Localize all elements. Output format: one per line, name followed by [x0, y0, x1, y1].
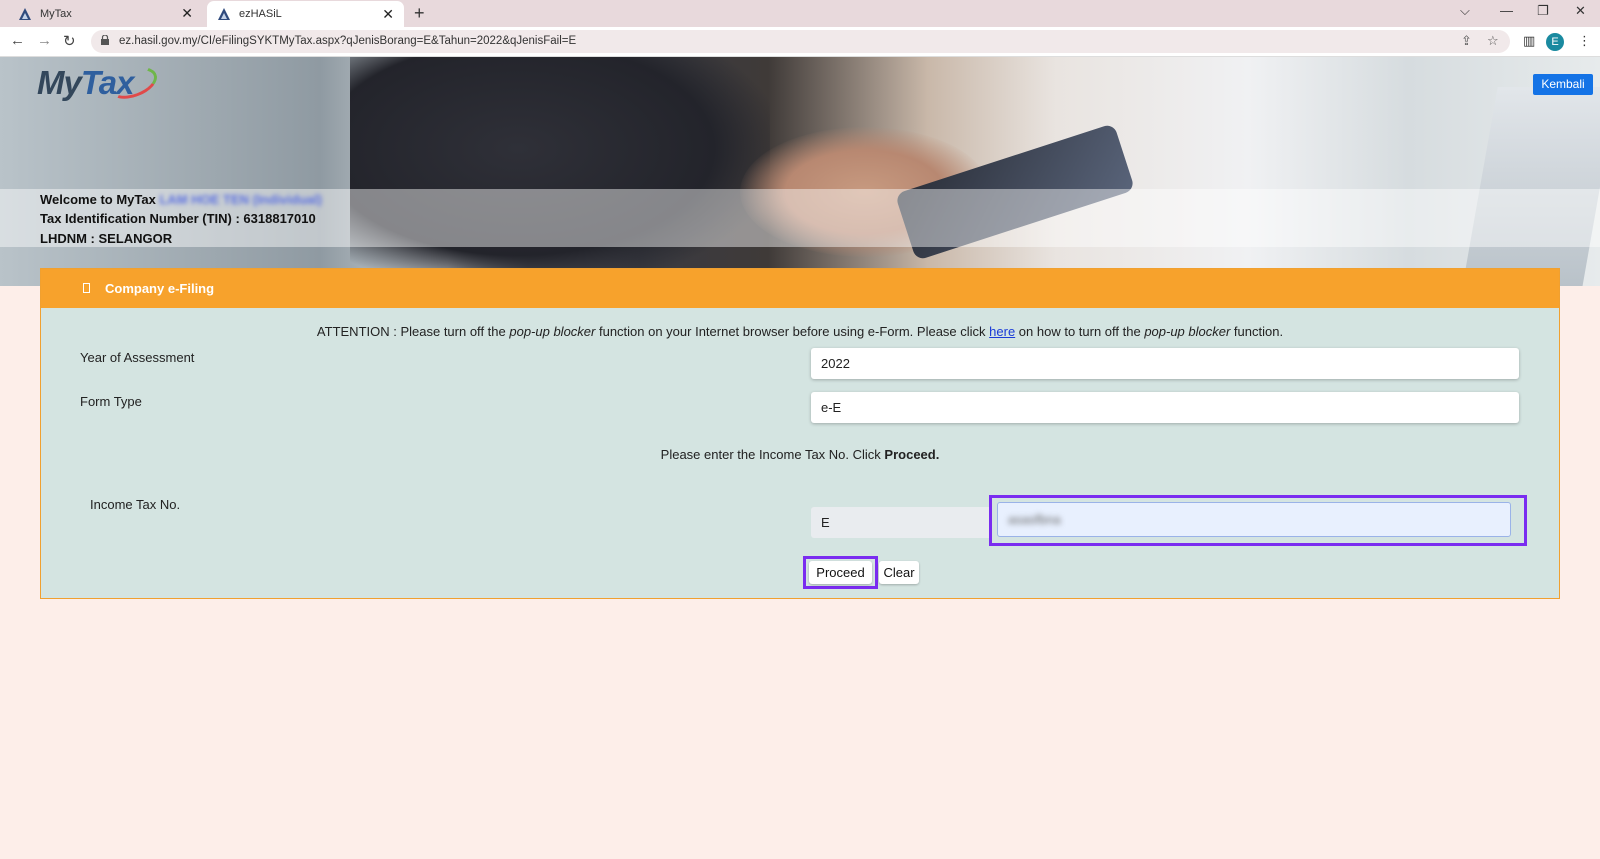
income-tax-no-label: Income Tax No. [90, 497, 181, 512]
income-tax-no-value: asasfbna [1008, 512, 1061, 527]
welcome-line: Welcome to MyTax LAM HOE TEN (Individual… [40, 192, 322, 207]
instruction-text: Please enter the Income Tax No. Click Pr… [41, 447, 1559, 462]
lhdnm-line: LHDNM : SELANGOR [40, 231, 173, 246]
instruction-bold: Proceed. [884, 447, 940, 462]
form-type-label: Form Type [80, 394, 142, 409]
logo-text-my: My [37, 64, 82, 101]
company-efiling-panel: Company e-Filing ATTENTION : Please turn… [40, 268, 1560, 599]
panel-header-icon [83, 283, 90, 293]
tab-ezhasil[interactable]: ezHASiL ✕ [207, 1, 404, 27]
attention-text: function on your Internet browser before… [595, 324, 990, 339]
year-of-assessment-field[interactable]: 2022 [811, 348, 1519, 379]
side-panel-icon[interactable]: ▥ [1523, 33, 1535, 49]
panel-title: Company e-Filing [105, 281, 215, 296]
star-icon[interactable]: ☆ [1487, 33, 1499, 49]
tab-title: MyTax [40, 7, 72, 20]
panel-header: Company e-Filing [41, 269, 1559, 308]
attention-text: function. [1230, 324, 1284, 339]
income-tax-no-input[interactable]: asasfbna [997, 502, 1511, 537]
restore-icon[interactable]: ❐ [1537, 3, 1549, 19]
attention-notice: ATTENTION : Please turn off the pop-up b… [41, 324, 1559, 339]
address-bar[interactable]: ez.hasil.gov.my/CI/eFilingSYKTMyTax.aspx… [91, 30, 1510, 53]
form-type-field[interactable]: e-E [811, 392, 1519, 423]
lock-icon [101, 35, 109, 45]
kebab-menu-icon[interactable]: ⋮ [1578, 33, 1591, 49]
banner-photo-monitor [1462, 87, 1600, 286]
clear-button[interactable]: Clear [879, 561, 919, 584]
window-close-icon[interactable]: ✕ [1575, 3, 1586, 19]
forward-arrow-icon[interactable]: → [37, 32, 52, 49]
ezhasil-favicon-icon [218, 8, 230, 20]
tin-line: Tax Identification Number (TIN) : 631881… [40, 211, 316, 226]
share-icon[interactable]: ⇪ [1461, 33, 1472, 49]
reload-icon[interactable]: ↻ [63, 32, 76, 50]
tab-search-chevron-icon[interactable]: ⌵ [1460, 3, 1470, 19]
minimize-icon[interactable]: — [1500, 3, 1513, 18]
attention-popup-text: pop-up blocker [1144, 324, 1231, 339]
attention-text: on how to turn off the [1015, 324, 1145, 339]
back-arrow-icon[interactable]: ← [10, 32, 25, 49]
attention-text: ATTENTION : Please turn off the [316, 324, 510, 339]
browser-tab-strip: MyTax ✕ ezHASiL ✕ + ⌵ — ❐ ✕ [0, 0, 1600, 27]
income-tax-prefix: E [811, 507, 991, 538]
browser-toolbar: ← → ↻ ez.hasil.gov.my/CI/eFilingSYKTMyTa… [0, 27, 1600, 57]
proceed-button[interactable]: Proceed [809, 561, 872, 584]
kembali-button[interactable]: Kembali [1533, 74, 1593, 95]
tab-title: ezHASiL [239, 8, 282, 20]
new-tab-plus-icon[interactable]: + [414, 3, 425, 24]
popup-help-link[interactable]: here [989, 324, 1015, 339]
welcome-text: Welcome to MyTax [40, 192, 156, 207]
close-tab-icon[interactable]: ✕ [181, 5, 193, 22]
instruction-body: Please enter the Income Tax No. Click [660, 447, 885, 462]
banner-photo-suit [350, 57, 770, 286]
page-banner: MyTax Kembali Welcome to MyTax LAM HOE T… [0, 57, 1600, 286]
user-name: LAM HOE TEN (Individual) [159, 192, 322, 207]
tab-mytax[interactable]: MyTax ✕ [8, 0, 203, 27]
attention-popup-text: pop-up blocker [509, 324, 596, 339]
url-text: ez.hasil.gov.my/CI/eFilingSYKTMyTax.aspx… [119, 35, 577, 47]
mytax-favicon-icon [19, 7, 31, 20]
profile-avatar[interactable]: E [1546, 33, 1564, 51]
close-tab-icon[interactable]: ✕ [382, 6, 394, 23]
year-of-assessment-label: Year of Assessment [80, 350, 195, 365]
